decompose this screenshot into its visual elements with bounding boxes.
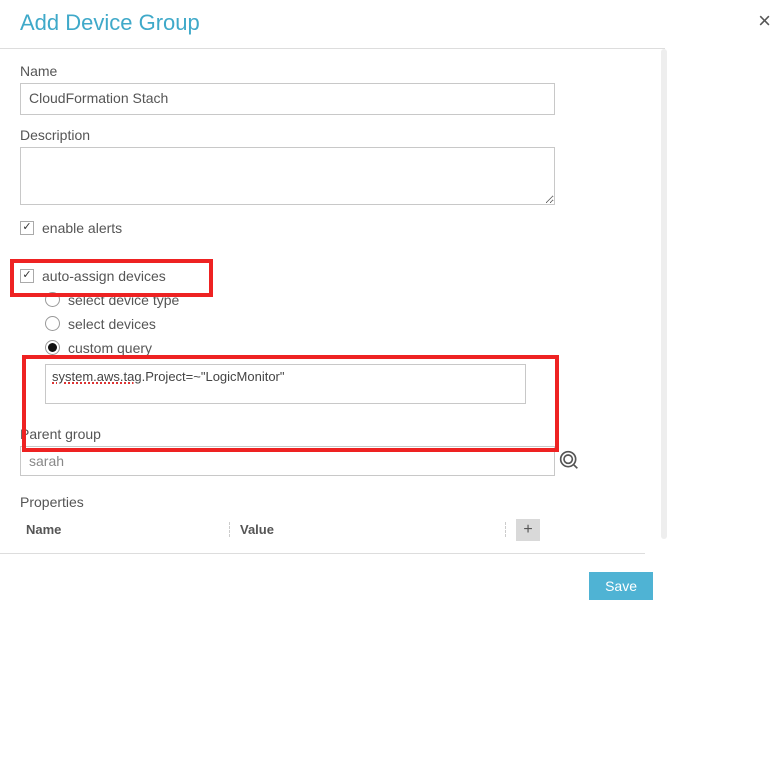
radio-label: select device type	[68, 292, 179, 308]
enable-alerts-label: enable alerts	[42, 220, 122, 236]
radio-select-device-type[interactable]: select device type	[45, 292, 645, 308]
modal-footer: Save	[0, 554, 665, 600]
parent-group-block: Parent group	[20, 426, 645, 476]
divider	[0, 544, 645, 554]
radio-custom-query[interactable]: custom query	[45, 340, 645, 356]
enable-alerts-checkbox[interactable]: ✓	[20, 221, 34, 235]
radio-icon[interactable]	[45, 340, 60, 355]
custom-query-textarea[interactable]: system.aws.tag.Project=~"LogicMonitor"	[45, 364, 526, 404]
add-device-group-modal: × Add Device Group Name Description ✓ en…	[0, 0, 665, 554]
enable-alerts-row[interactable]: ✓ enable alerts	[20, 220, 645, 236]
auto-assign-row[interactable]: ✓ auto-assign devices	[20, 268, 645, 284]
modal-title: Add Device Group	[20, 10, 645, 36]
save-button[interactable]: Save	[589, 572, 653, 600]
parent-group-label: Parent group	[20, 426, 645, 442]
query-rest-segment: .Project=~"LogicMonitor"	[142, 369, 285, 384]
name-label: Name	[20, 63, 645, 79]
scrollbar-track[interactable]	[661, 49, 667, 539]
description-textarea[interactable]	[20, 147, 555, 205]
close-icon[interactable]: ×	[758, 10, 771, 32]
query-spell-segment: system.aws.tag	[52, 369, 142, 384]
auto-assign-checkbox[interactable]: ✓	[20, 269, 34, 283]
custom-query-area: system.aws.tag.Project=~"LogicMonitor"	[45, 364, 645, 404]
description-label: Description	[20, 127, 645, 143]
name-field-block: Name	[20, 63, 645, 115]
properties-header-row: Name Value +	[20, 516, 540, 544]
modal-header: Add Device Group	[0, 0, 665, 49]
description-field-block: Description	[20, 127, 645, 208]
properties-name-col: Name	[20, 522, 230, 537]
search-icon[interactable]	[559, 450, 579, 470]
properties-value-col: Value	[230, 522, 506, 537]
radio-icon[interactable]	[45, 292, 60, 307]
radio-icon[interactable]	[45, 316, 60, 331]
parent-group-input[interactable]	[20, 446, 555, 476]
auto-assign-label: auto-assign devices	[42, 268, 166, 284]
properties-heading: Properties	[20, 494, 645, 510]
radio-select-devices[interactable]: select devices	[45, 316, 645, 332]
modal-body: Name Description ✓ enable alerts ✓ auto-…	[0, 49, 665, 554]
add-property-button[interactable]: +	[516, 519, 540, 541]
radio-label: custom query	[68, 340, 152, 356]
name-input[interactable]	[20, 83, 555, 115]
radio-label: select devices	[68, 316, 156, 332]
properties-section: Properties Name Value +	[20, 494, 645, 544]
